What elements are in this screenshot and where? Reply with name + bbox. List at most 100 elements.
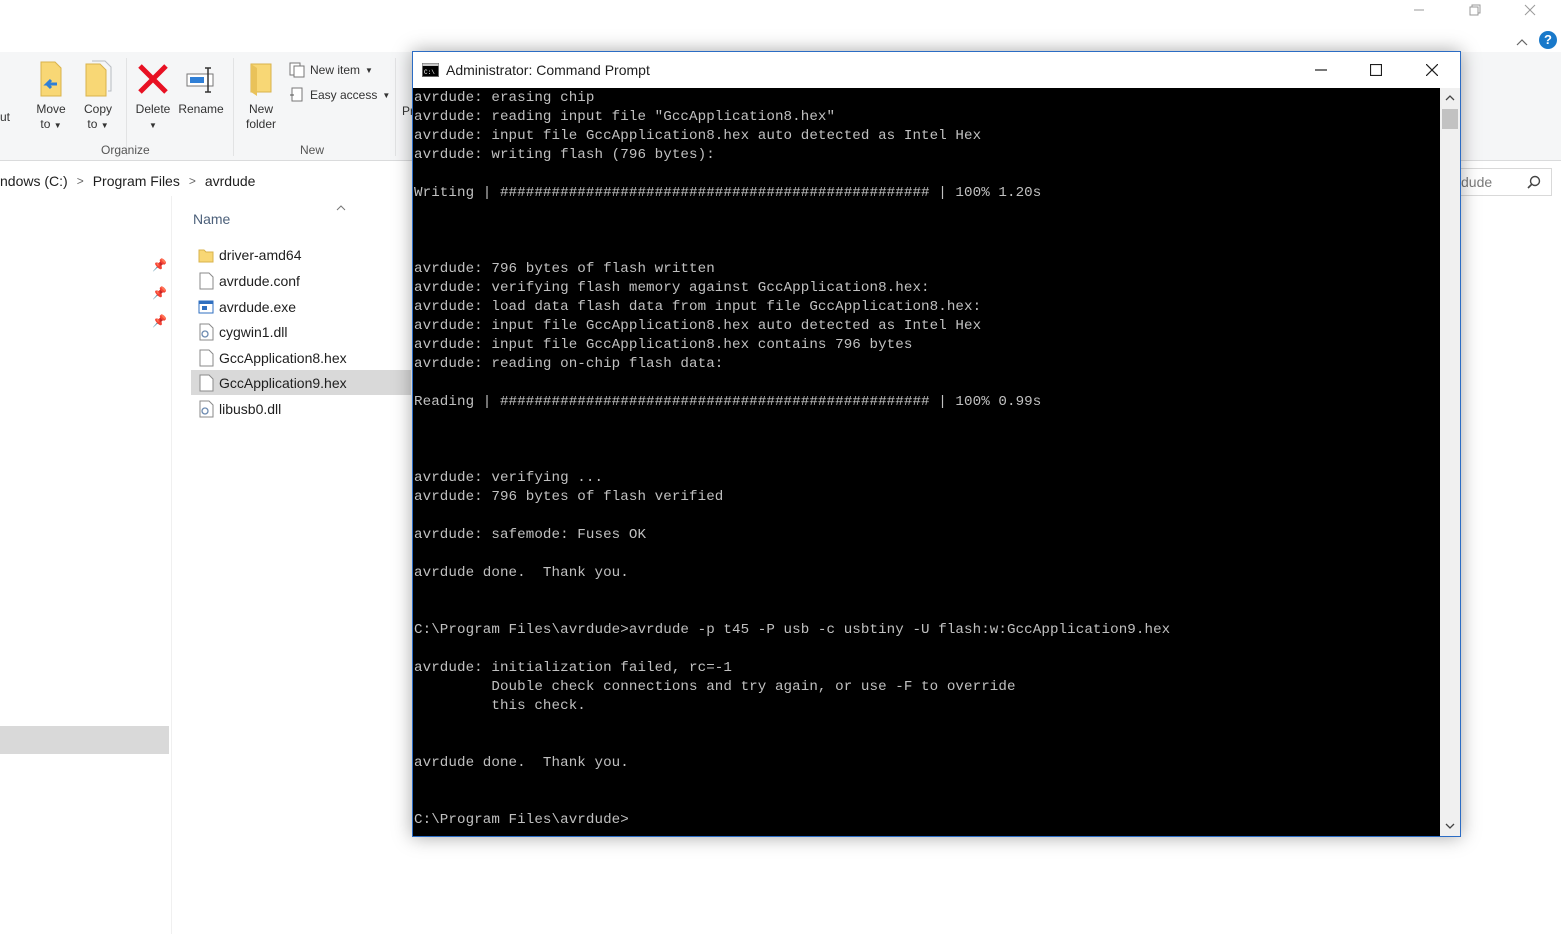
console-output[interactable]: avrdude: erasing chip avrdude: reading in… (413, 88, 1440, 836)
explorer-titlebar: ? (0, 0, 1561, 52)
collapse-ribbon-icon[interactable] (1516, 33, 1528, 51)
dropdown-caret-icon: ▼ (149, 121, 157, 130)
file-name: cygwin1.dll (219, 323, 288, 340)
console-line: avrdude: input file GccApplication8.hex … (414, 337, 913, 353)
navigation-pane[interactable]: 📌 📌 📌 (0, 196, 172, 934)
move-to-button[interactable]: Move to ▼ (30, 60, 72, 133)
dropdown-caret-icon: ▼ (382, 90, 391, 100)
file-icon (199, 374, 214, 391)
new-folder-icon (245, 60, 277, 98)
explorer-restore-button[interactable] (1452, 4, 1498, 24)
console-line: avrdude: input file GccApplication8.hex … (414, 128, 982, 144)
scroll-up-arrow-icon[interactable] (1440, 88, 1460, 108)
folder-icon (198, 249, 214, 262)
move-to-label-2: to (40, 117, 51, 131)
breadcrumb-program-files[interactable]: Program Files (89, 173, 184, 189)
properties-button-partial[interactable]: Pr (402, 104, 412, 119)
exe-icon (198, 300, 214, 313)
scrollbar-thumb[interactable] (1442, 109, 1458, 129)
copy-to-button[interactable]: Copy to ▼ (77, 60, 119, 133)
new-item-button[interactable]: New item ▼ (289, 62, 373, 78)
sort-ascending-icon (336, 203, 346, 214)
address-bar[interactable]: ndows (C:) > Program Files > avrdude (0, 168, 410, 194)
move-to-icon (35, 60, 67, 98)
new-folder-label: New (248, 102, 273, 116)
cmd-app-icon: C:\ (422, 63, 439, 77)
console-line: avrdude: safemode: Fuses OK (414, 527, 647, 543)
navigation-selected-item[interactable] (0, 726, 169, 754)
explorer-close-button[interactable] (1507, 4, 1553, 24)
new-folder-label-2: folder (245, 117, 277, 131)
maximize-icon (1369, 64, 1382, 76)
easy-access-button[interactable]: Easy access ▼ (289, 87, 390, 103)
cmd-titlebar[interactable]: C:\ Administrator: Command Prompt (413, 52, 1460, 88)
search-input[interactable]: dude (1448, 168, 1552, 196)
svg-text:C:\: C:\ (424, 69, 435, 76)
move-to-label: Move (36, 102, 66, 116)
pin-icon[interactable]: 📌 (152, 286, 167, 300)
console-line: avrdude: initialization failed, rc=-1 (414, 660, 732, 676)
command-prompt-window[interactable]: C:\ Administrator: Command Prompt avrdud… (412, 51, 1461, 837)
help-icon[interactable]: ? (1539, 31, 1557, 49)
delete-button[interactable]: Delete ▼ (131, 60, 175, 133)
ribbon-separator (395, 58, 396, 156)
new-item-label: New item (310, 63, 361, 77)
console-line: Writing | ##############################… (414, 185, 1042, 201)
dll-icon (199, 323, 214, 340)
cmd-minimize-button[interactable] (1293, 52, 1348, 88)
file-row[interactable]: GccApplication8.hex (191, 345, 411, 370)
console-line: avrdude: load data flash data from input… (414, 299, 982, 315)
delete-x-icon (137, 60, 169, 98)
copy-to-icon (82, 60, 114, 98)
new-group-label: New (300, 143, 325, 157)
console-line: avrdude done. Thank you. (414, 565, 629, 581)
dropdown-caret-icon: ▼ (100, 121, 109, 130)
cmd-maximize-button[interactable] (1348, 52, 1403, 88)
console-scrollbar[interactable] (1440, 88, 1460, 836)
easy-access-icon (290, 87, 303, 102)
copy-to-label: Copy (83, 102, 112, 116)
file-row[interactable]: avrdude.conf (191, 268, 411, 293)
pin-icon[interactable]: 📌 (152, 258, 167, 272)
file-row[interactable]: libusb0.dll (191, 396, 411, 421)
file-name: avrdude.conf (219, 272, 300, 289)
dropdown-caret-icon: ▼ (53, 121, 62, 130)
console-line: avrdude: verifying ... (414, 470, 604, 486)
ribbon-separator (233, 58, 234, 156)
console-line: avrdude: writing flash (796 bytes): (414, 147, 715, 163)
cmd-close-button[interactable] (1404, 52, 1459, 88)
file-name: GccApplication9.hex (219, 374, 347, 391)
file-row-selected[interactable]: GccApplication9.hex (191, 370, 411, 395)
explorer-minimize-button[interactable] (1396, 4, 1442, 24)
file-row[interactable]: driver-amd64 (191, 242, 411, 267)
name-column-header[interactable]: Name (193, 211, 230, 227)
file-name: driver-amd64 (219, 246, 302, 263)
dll-icon (199, 400, 214, 417)
rename-button[interactable]: Rename (176, 60, 226, 117)
copy-to-label-2: to (87, 117, 98, 131)
properties-label-partial: Pr (402, 104, 412, 118)
cut-button-partial[interactable]: ut (0, 110, 14, 125)
pin-icon[interactable]: 📌 (152, 314, 167, 328)
console-line: this check. (414, 698, 586, 714)
file-row[interactable]: avrdude.exe (191, 294, 411, 319)
file-icon (199, 272, 214, 289)
file-name: avrdude.exe (219, 298, 297, 315)
console-line: avrdude: reading on-chip flash data: (414, 356, 724, 372)
scroll-down-arrow-icon[interactable] (1440, 816, 1460, 836)
console-line: avrdude: reading input file "GccApplicat… (414, 109, 836, 125)
console-line: avrdude: 796 bytes of flash verified (414, 489, 724, 505)
file-name: libusb0.dll (219, 400, 282, 417)
console-line: avrdude: input file GccApplication8.hex … (414, 318, 982, 334)
new-folder-button[interactable]: New folder (240, 60, 282, 132)
console-line: avrdude: 796 bytes of flash written (414, 261, 715, 277)
console-line: avrdude: erasing chip (414, 90, 595, 106)
ribbon-separator (126, 58, 127, 156)
console-line: avrdude done. Thank you. (414, 755, 629, 771)
file-row[interactable]: cygwin1.dll (191, 319, 411, 344)
delete-label: Delete (135, 102, 171, 116)
breadcrumb-avrdude[interactable]: avrdude (201, 173, 260, 189)
breadcrumb-drive[interactable]: ndows (C:) (0, 173, 72, 189)
file-icon (199, 349, 214, 366)
dropdown-caret-icon: ▼ (365, 65, 373, 75)
